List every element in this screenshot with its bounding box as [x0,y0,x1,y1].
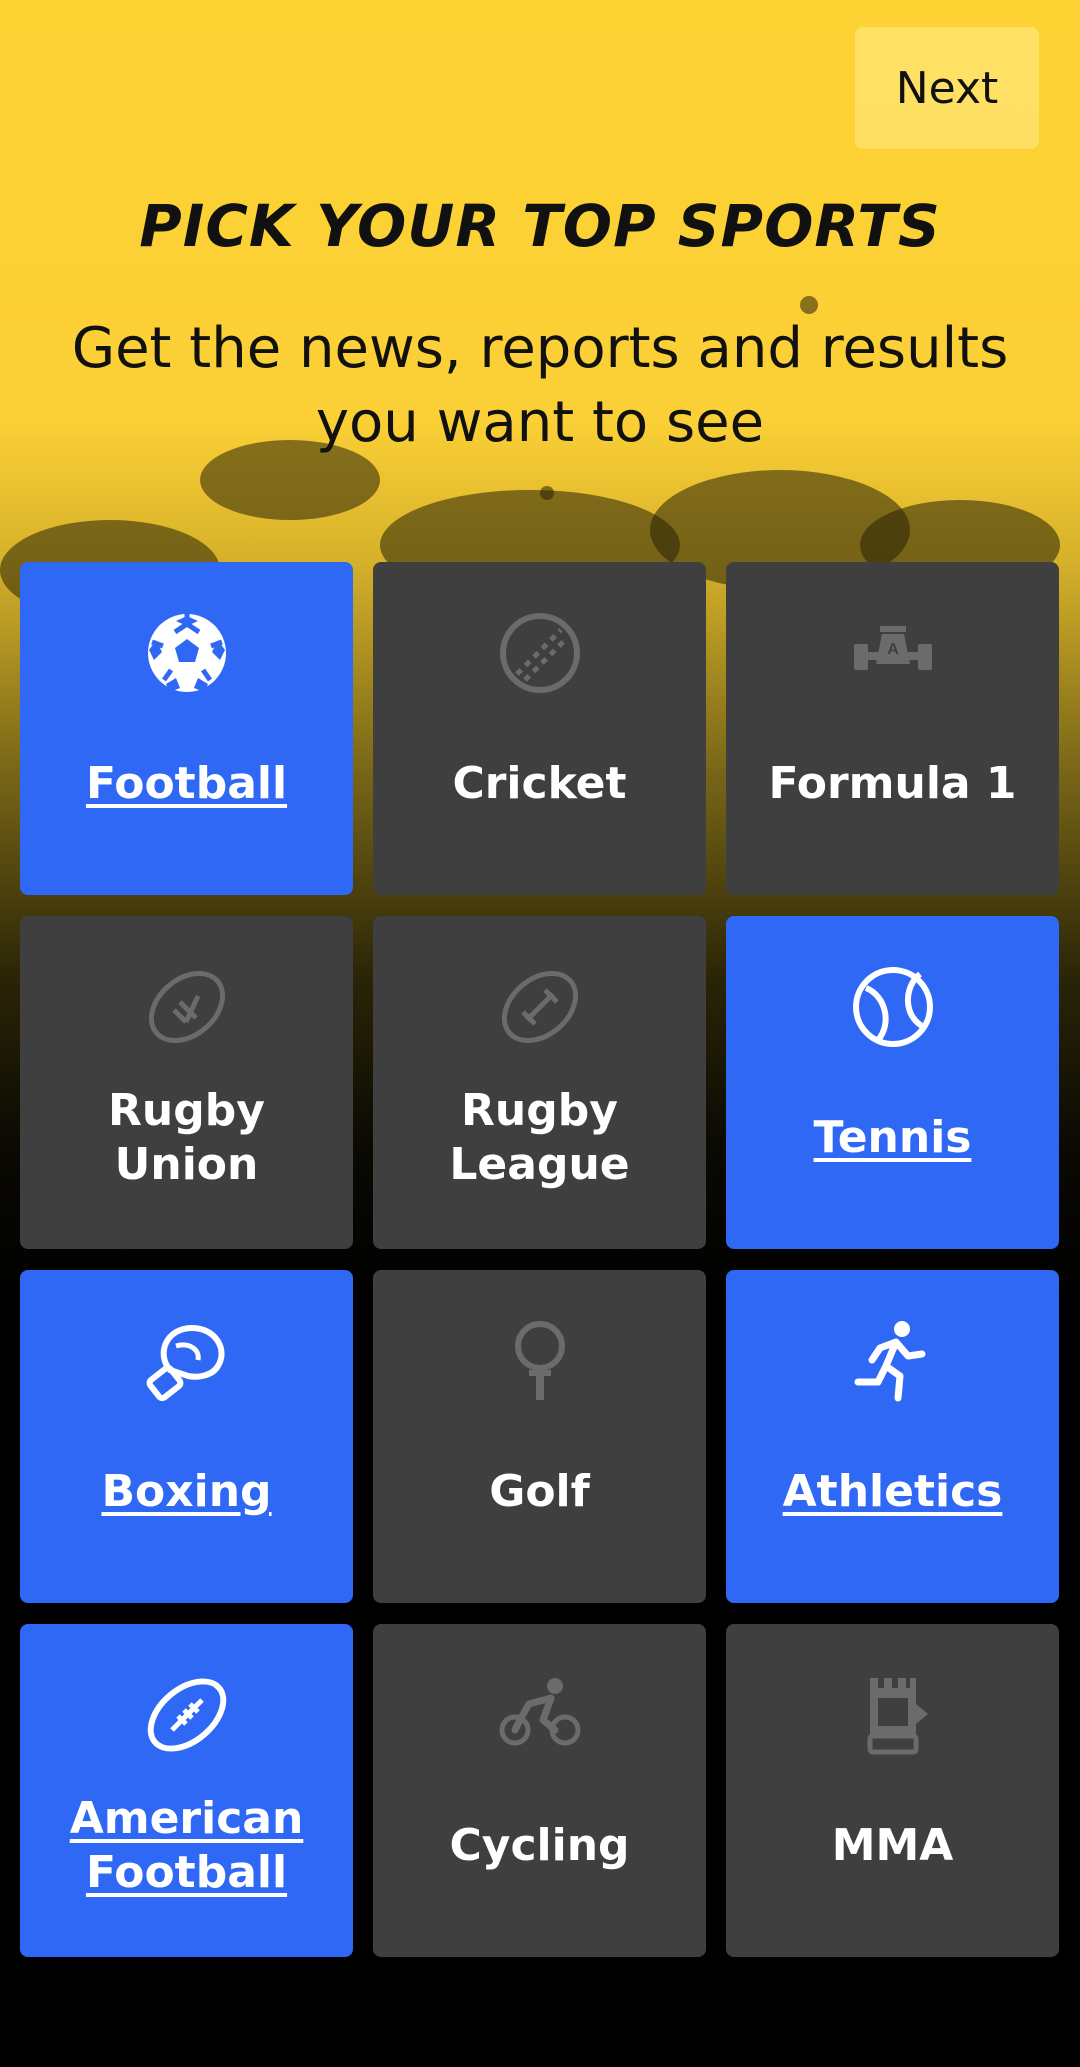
sport-label: Athletics [782,1465,1003,1517]
sport-tile-football[interactable]: Football [20,562,353,895]
runner-icon [852,1320,934,1402]
sport-tile-cycling[interactable]: Cycling [373,1624,706,1957]
sport-label: Cycling [449,1819,630,1871]
sport-tile-american-football[interactable]: American Football [20,1624,353,1957]
sport-label: Cricket [452,757,627,809]
sport-label: Formula 1 [768,757,1017,809]
sport-label: Tennis [813,1111,972,1163]
cricket-ball-icon [499,612,581,694]
page-title: PICK YOUR TOP SPORTS [139,192,941,260]
sport-tile-rugby-league[interactable]: Rugby League [373,916,706,1249]
rugby-union-ball-icon [146,966,228,1048]
sport-label: MMA [831,1819,954,1871]
sport-tile-tennis[interactable]: Tennis [726,916,1059,1249]
sport-label: Rugby League [449,1084,630,1190]
mma-glove-icon [852,1674,934,1756]
american-football-icon [146,1674,228,1756]
tennis-ball-icon [852,966,934,1048]
sport-tile-golf[interactable]: Golf [373,1270,706,1603]
page-subtitle: Get the news, reports and results you wa… [71,316,1009,455]
sport-tile-athletics[interactable]: Athletics [726,1270,1059,1603]
golf-ball-tee-icon [499,1320,581,1402]
sport-tile-boxing[interactable]: Boxing [20,1270,353,1603]
sport-label: Football [85,757,288,809]
formula1-car-icon: A [852,612,934,694]
sport-label: Boxing [101,1465,272,1517]
svg-text:A: A [887,641,899,658]
rugby-league-ball-icon [499,966,581,1048]
football-icon [146,612,228,694]
sport-label: Golf [489,1465,590,1517]
sport-tile-rugby-union[interactable]: Rugby Union [20,916,353,1249]
boxing-glove-icon [146,1320,228,1402]
sport-tile-formula-1[interactable]: A Formula 1 [726,562,1059,895]
sport-tile-cricket[interactable]: Cricket [373,562,706,895]
sport-label: Rugby Union [108,1084,265,1190]
sport-label: American Football [69,1792,304,1898]
next-button[interactable]: Next [855,27,1039,149]
cyclist-icon [499,1674,581,1756]
sport-tile-mma[interactable]: MMA [726,1624,1059,1957]
